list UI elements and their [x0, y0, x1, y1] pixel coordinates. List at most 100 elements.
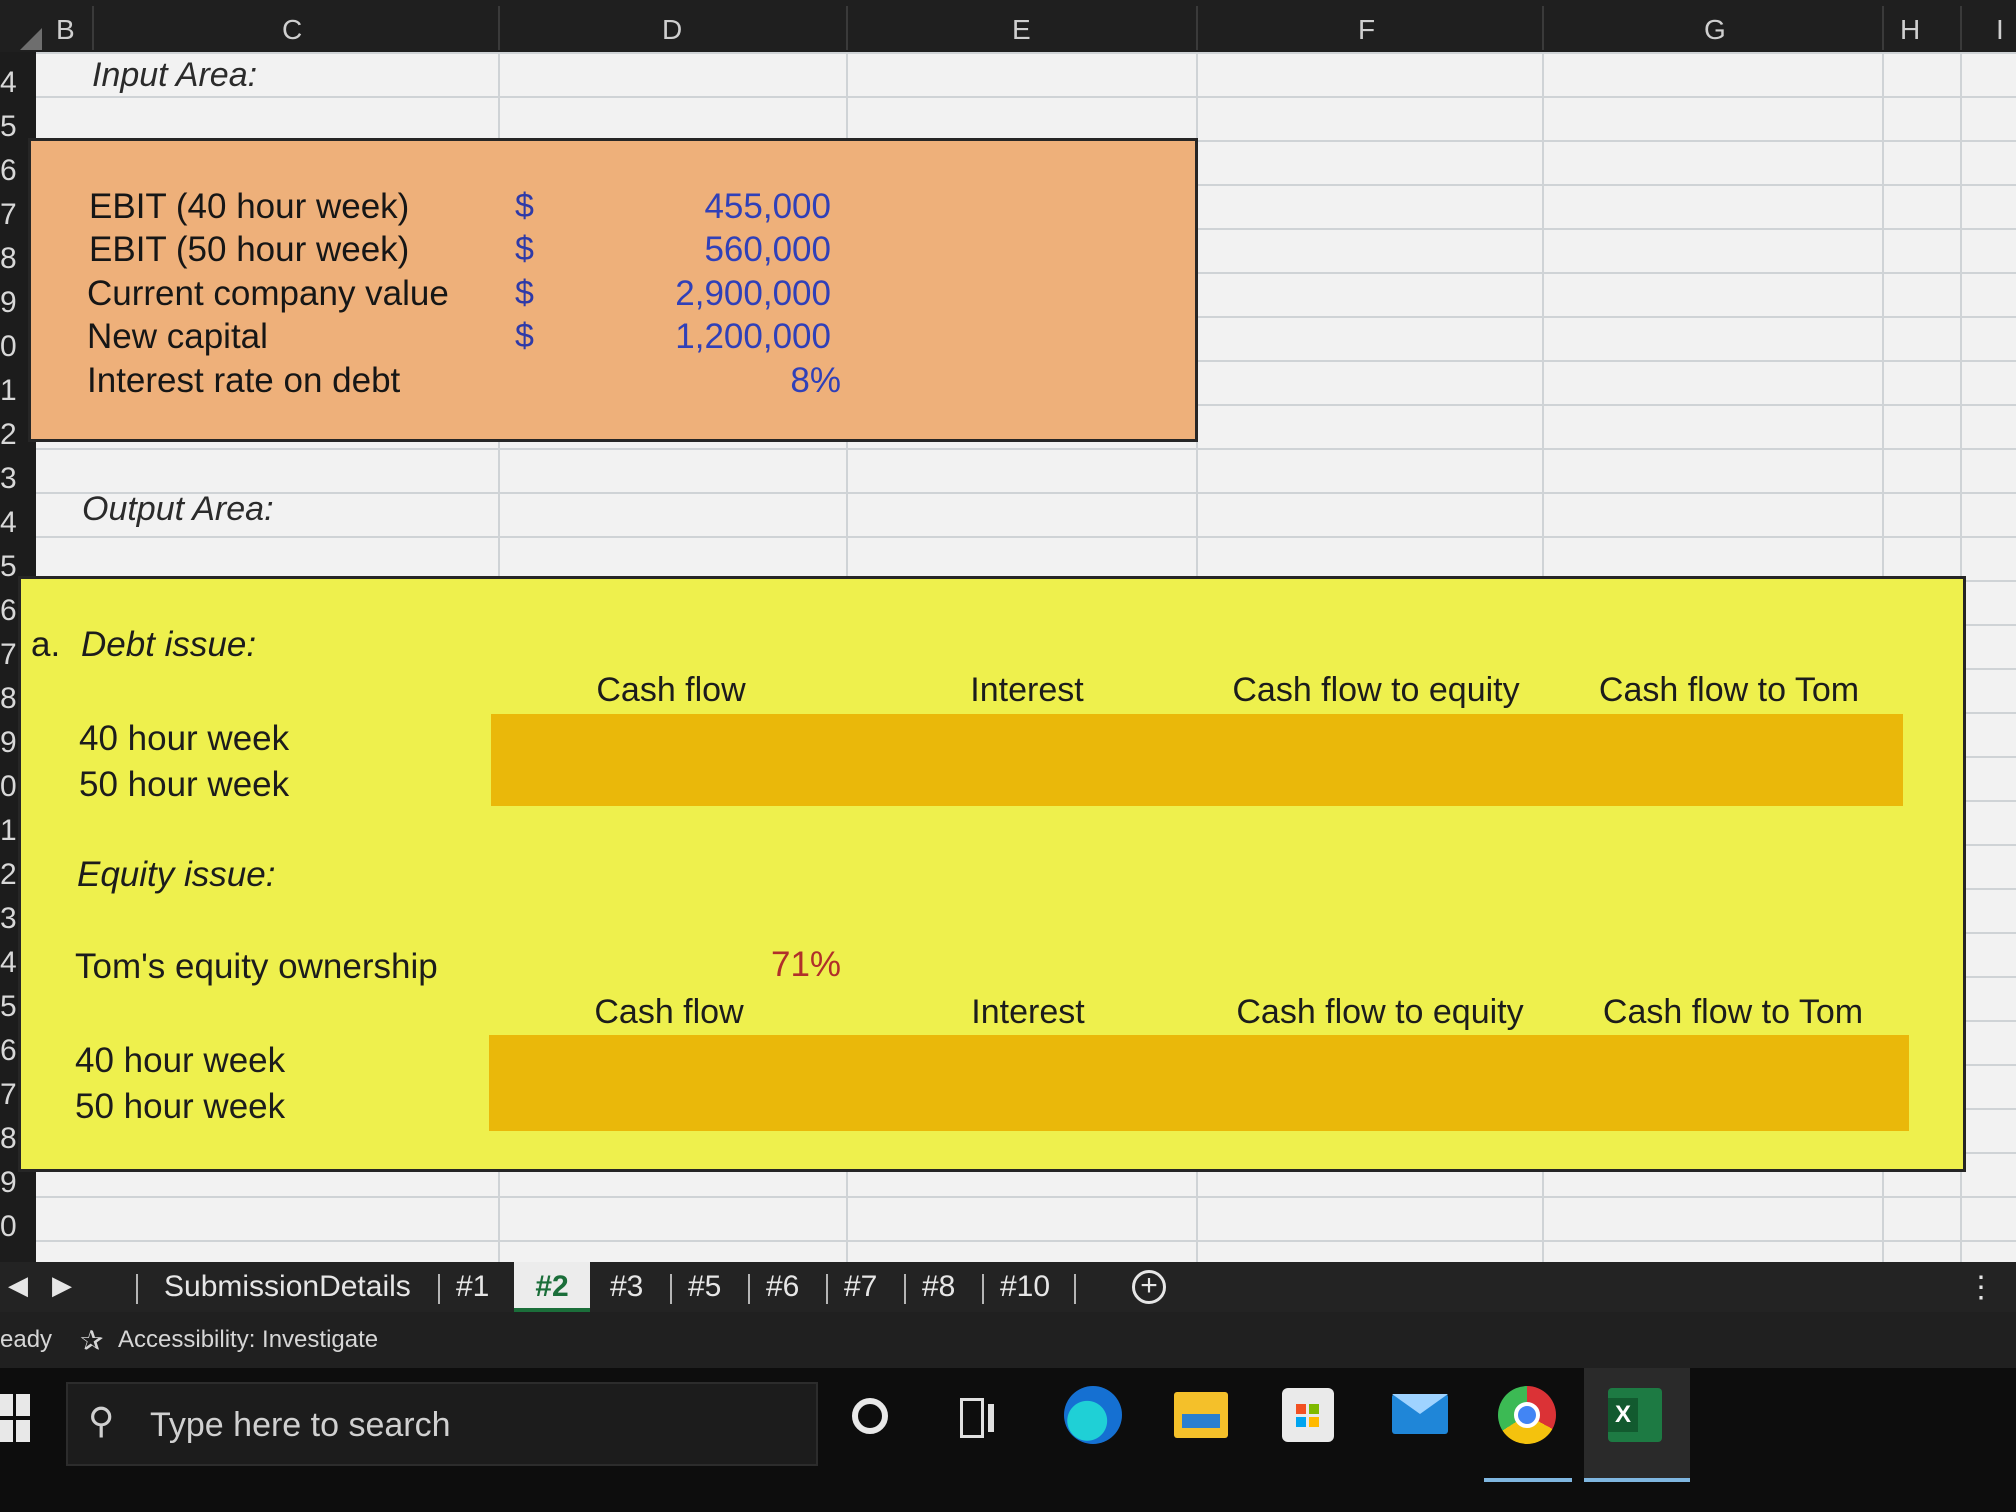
row-header[interactable]: 7	[0, 198, 17, 232]
row-header[interactable]: 6	[0, 594, 17, 628]
scroll-tabs-left-icon[interactable]: ◀	[8, 1270, 28, 1301]
row-header[interactable]: 5	[0, 990, 17, 1024]
debt-row-50-hour[interactable]: 50 hour week	[79, 765, 289, 805]
scroll-tabs-right-icon[interactable]: ▶	[52, 1270, 72, 1301]
sheet-tab-1[interactable]: #1	[456, 1270, 489, 1304]
input-label-ebit-50[interactable]: EBIT (50 hour week)	[89, 230, 409, 270]
tom-equity-ownership-label[interactable]: Tom's equity ownership	[75, 947, 438, 987]
col-header-e[interactable]: E	[1012, 14, 1031, 46]
input-value-company-value[interactable]: 2,900,000	[611, 274, 831, 314]
row-header[interactable]: 1	[0, 814, 17, 848]
row-header[interactable]: 1	[0, 374, 17, 408]
debt-col-cash-flow-tom[interactable]: Cash flow to Tom	[1573, 671, 1885, 716]
row-header[interactable]: 5	[0, 110, 17, 144]
sheet-tab-10[interactable]: #10	[1000, 1270, 1050, 1304]
mail-icon[interactable]	[1392, 1394, 1448, 1434]
equity-row-40-hour[interactable]: 40 hour week	[75, 1041, 285, 1081]
windows-taskbar: ⚲ Type here to search X	[0, 1368, 2016, 1512]
row-header[interactable]: 4	[0, 946, 17, 980]
col-header-h[interactable]: H	[1900, 14, 1920, 46]
store-icon[interactable]	[1282, 1388, 1334, 1442]
row-header[interactable]: 5	[0, 550, 17, 584]
output-area-box: a. Debt issue: Cash flow Interest Cash f…	[18, 576, 1966, 1172]
input-label-company-value[interactable]: Current company value	[87, 274, 449, 314]
row-header[interactable]: 0	[0, 1210, 17, 1244]
sheet-tab-7[interactable]: #7	[844, 1270, 877, 1304]
taskbar-search-box[interactable]: ⚲ Type here to search	[66, 1382, 818, 1466]
more-options-icon[interactable]: ⋮	[1966, 1270, 1996, 1305]
currency-symbol: $	[515, 317, 534, 355]
equity-col-cash-flow-equity[interactable]: Cash flow to equity	[1209, 993, 1551, 1038]
column-header-bar: B C D E F G H I	[0, 0, 2016, 52]
windows-start-icon[interactable]	[0, 1394, 30, 1444]
input-value-ebit-40[interactable]: 455,000	[611, 187, 831, 227]
col-header-b[interactable]: B	[56, 14, 75, 46]
input-value-interest-rate[interactable]: 8%	[621, 361, 841, 401]
status-ready: eady	[0, 1326, 53, 1353]
row-header[interactable]: 7	[0, 638, 17, 672]
input-value-ebit-50[interactable]: 560,000	[611, 230, 831, 270]
accessibility-status[interactable]: Accessibility: Investigate	[118, 1326, 378, 1354]
debt-row-40-hour[interactable]: 40 hour week	[79, 719, 289, 759]
equity-col-cash-flow-tom[interactable]: Cash flow to Tom	[1577, 993, 1889, 1038]
sheet-tab-submission-details[interactable]: SubmissionDetails	[164, 1270, 411, 1304]
equity-issue-heading[interactable]: Equity issue:	[77, 855, 275, 895]
select-all-corner[interactable]	[20, 28, 42, 50]
search-icon: ⚲	[88, 1400, 115, 1441]
sheet-tab-bar: ◀ ▶ SubmissionDetails #1 #2 #3 #5 #6 #7 …	[0, 1262, 2016, 1312]
row-header[interactable]: 8	[0, 1122, 17, 1156]
input-area-title: Input Area:	[92, 56, 258, 94]
row-header[interactable]: 2	[0, 418, 17, 452]
col-header-d[interactable]: D	[662, 14, 682, 46]
debt-issue-heading[interactable]: Debt issue:	[81, 625, 256, 665]
row-header[interactable]: 8	[0, 242, 17, 276]
row-header[interactable]: 9	[0, 286, 17, 320]
edge-icon[interactable]	[1064, 1386, 1122, 1444]
row-header[interactable]: 4	[0, 66, 17, 100]
chrome-icon[interactable]	[1498, 1386, 1556, 1444]
currency-symbol: $	[515, 230, 534, 268]
equity-answer-cells[interactable]	[489, 1035, 1909, 1131]
col-header-c[interactable]: C	[282, 14, 302, 46]
debt-col-interest[interactable]: Interest	[869, 671, 1185, 716]
row-header[interactable]: 0	[0, 330, 17, 364]
file-explorer-icon[interactable]	[1174, 1392, 1228, 1438]
sheet-tab-6[interactable]: #6	[766, 1270, 799, 1304]
row-header[interactable]: 4	[0, 506, 17, 540]
input-label-new-capital[interactable]: New capital	[87, 317, 268, 357]
row-header[interactable]: 8	[0, 682, 17, 716]
col-header-i[interactable]: I	[1996, 14, 2004, 46]
row-header[interactable]: 6	[0, 1034, 17, 1068]
row-header[interactable]: 3	[0, 902, 17, 936]
cortana-icon[interactable]	[852, 1398, 888, 1434]
tom-equity-ownership-value[interactable]: 71%	[771, 945, 841, 985]
col-header-f[interactable]: F	[1358, 14, 1375, 46]
row-header[interactable]: 0	[0, 770, 17, 804]
row-header[interactable]: 7	[0, 1078, 17, 1112]
accessibility-icon[interactable]: ✰	[80, 1324, 103, 1357]
excel-icon[interactable]: X	[1608, 1388, 1662, 1442]
input-area-box: EBIT (40 hour week) EBIT (50 hour week) …	[28, 138, 1198, 442]
input-label-ebit-40[interactable]: EBIT (40 hour week)	[89, 187, 409, 227]
row-header[interactable]: 9	[0, 726, 17, 760]
row-header[interactable]: 6	[0, 154, 17, 188]
input-value-new-capital[interactable]: 1,200,000	[611, 317, 831, 357]
equity-row-50-hour[interactable]: 50 hour week	[75, 1087, 285, 1127]
debt-col-cash-flow[interactable]: Cash flow	[511, 671, 831, 716]
row-header[interactable]: 3	[0, 462, 17, 496]
row-header[interactable]: 9	[0, 1166, 17, 1200]
task-view-icon[interactable]	[960, 1398, 996, 1438]
debt-answer-cells[interactable]	[491, 714, 1903, 806]
col-header-g[interactable]: G	[1704, 14, 1726, 46]
sheet-tab-8[interactable]: #8	[922, 1270, 955, 1304]
row-header[interactable]: 2	[0, 858, 17, 892]
debt-col-cash-flow-equity[interactable]: Cash flow to equity	[1205, 671, 1547, 716]
excel-window: B C D E F G H I 4 5 6 7 8 9 0 1 2 3 4 5 …	[0, 0, 2016, 1512]
equity-col-interest[interactable]: Interest	[869, 993, 1187, 1038]
add-sheet-button[interactable]: +	[1132, 1270, 1166, 1304]
sheet-tab-3[interactable]: #3	[610, 1270, 643, 1304]
equity-col-cash-flow[interactable]: Cash flow	[509, 993, 829, 1038]
input-label-interest-rate[interactable]: Interest rate on debt	[87, 361, 400, 401]
sheet-tab-5[interactable]: #5	[688, 1270, 721, 1304]
sheet-tab-2-active[interactable]: #2	[514, 1262, 590, 1312]
